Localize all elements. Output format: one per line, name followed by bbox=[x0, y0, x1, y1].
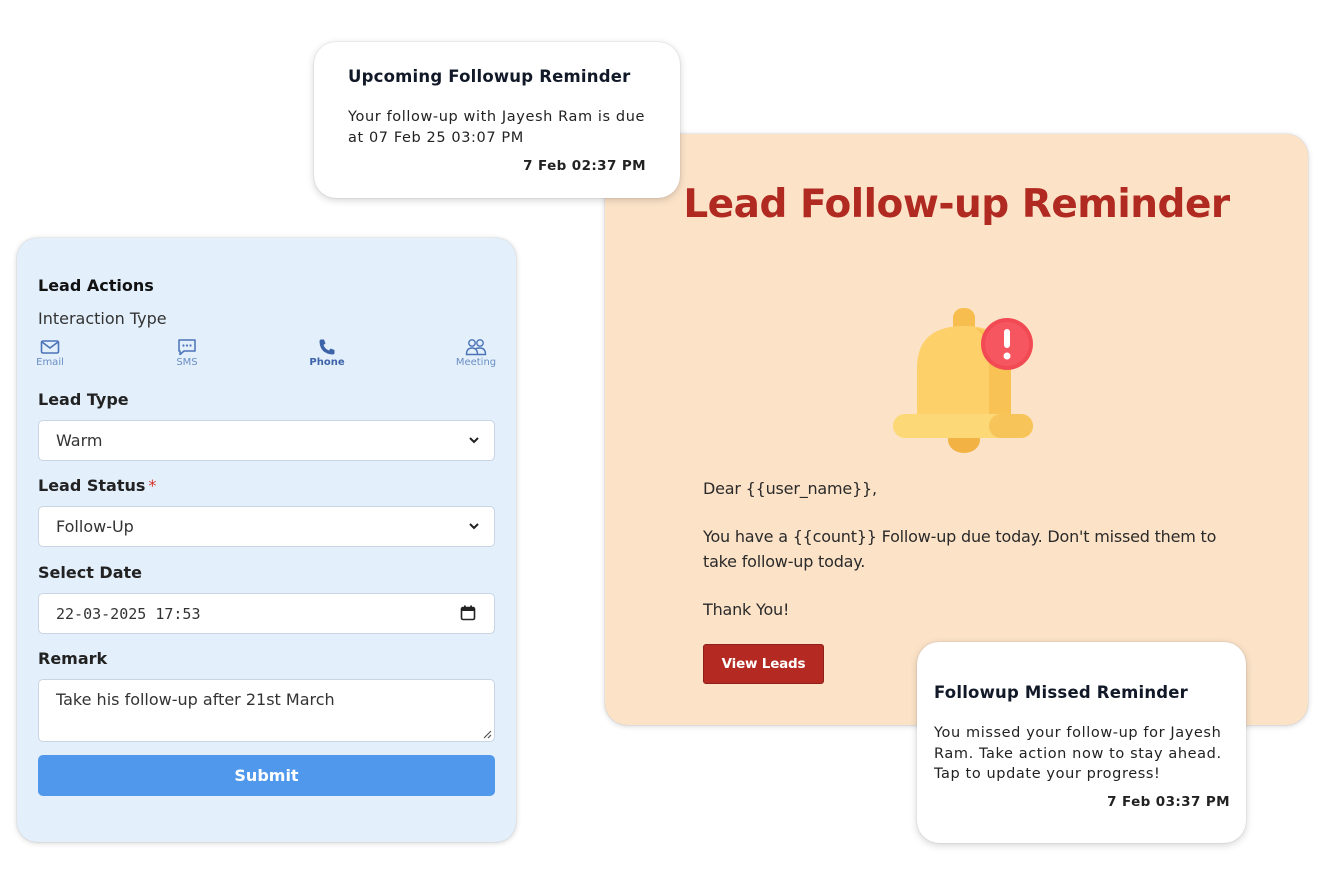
chevron-down-icon bbox=[469, 437, 479, 444]
chat-icon bbox=[178, 339, 196, 356]
chevron-down-icon bbox=[469, 523, 479, 530]
date-input[interactable]: 22-03-2025 17:53 bbox=[38, 593, 495, 634]
phone-icon bbox=[319, 339, 335, 355]
notification-title: Upcoming Followup Reminder bbox=[348, 67, 631, 86]
missed-followup-notification[interactable]: Followup Missed Reminder You missed your… bbox=[917, 642, 1246, 843]
lead-type-label: Lead Type bbox=[38, 390, 129, 409]
email-greeting: Dear {{user_name}}, bbox=[703, 479, 877, 498]
email-message: You have a {{count}} Follow-up due today… bbox=[703, 527, 1217, 571]
select-date-label: Select Date bbox=[38, 563, 142, 582]
lead-status-select[interactable]: Follow-Up bbox=[38, 506, 495, 547]
date-value: 22-03-2025 17:53 bbox=[56, 604, 201, 623]
bell-alert-icon bbox=[893, 306, 1038, 456]
interaction-label: Email bbox=[36, 357, 64, 368]
resize-handle-icon[interactable] bbox=[482, 729, 492, 739]
email-thanks: Thank You! bbox=[703, 600, 790, 619]
upcoming-followup-notification[interactable]: Upcoming Followup Reminder Your follow-u… bbox=[314, 42, 680, 198]
lead-status-label-text: Lead Status bbox=[38, 476, 146, 495]
envelope-icon bbox=[40, 340, 60, 354]
remark-textarea[interactable]: Take his follow-up after 21st March bbox=[38, 679, 495, 742]
notification-time: 7 Feb 02:37 PM bbox=[523, 158, 646, 174]
notification-body: Your follow-up with Jayesh Ram is due at… bbox=[348, 109, 646, 146]
interaction-sms[interactable]: SMS bbox=[157, 338, 217, 368]
form-heading: Lead Actions bbox=[38, 276, 154, 295]
interaction-label: Meeting bbox=[455, 357, 497, 368]
interaction-phone[interactable]: Phone bbox=[297, 338, 357, 368]
interaction-label: Phone bbox=[309, 357, 345, 368]
people-icon bbox=[465, 339, 487, 356]
interaction-meeting[interactable]: Meeting bbox=[446, 338, 506, 368]
remark-value: Take his follow-up after 21st March bbox=[56, 690, 335, 709]
interaction-label: SMS bbox=[176, 357, 198, 368]
interaction-type-label: Interaction Type bbox=[38, 309, 167, 328]
notification-body: You missed your follow-up for Jayesh Ram… bbox=[934, 725, 1222, 782]
lead-type-select[interactable]: Warm bbox=[38, 420, 495, 461]
lead-status-value: Follow-Up bbox=[56, 517, 134, 536]
required-mark: * bbox=[148, 476, 157, 495]
view-leads-button[interactable]: View Leads bbox=[703, 644, 824, 684]
interaction-type-selector: Email SMS Phone Meeting bbox=[17, 338, 516, 374]
email-title: Lead Follow-up Reminder bbox=[683, 182, 1230, 227]
calendar-icon[interactable] bbox=[460, 605, 476, 621]
submit-button[interactable]: Submit bbox=[38, 755, 495, 796]
notification-title: Followup Missed Reminder bbox=[934, 683, 1189, 702]
lead-type-value: Warm bbox=[56, 431, 103, 450]
interaction-email[interactable]: Email bbox=[20, 338, 80, 368]
notification-time: 7 Feb 03:37 PM bbox=[1107, 794, 1230, 810]
email-reminder-card: Lead Follow-up Reminder Dear {{user_name… bbox=[605, 134, 1308, 725]
remark-label: Remark bbox=[38, 649, 108, 668]
lead-actions-form: Lead Actions Interaction Type Email SMS … bbox=[17, 238, 516, 842]
lead-status-label: Lead Status * bbox=[38, 476, 156, 495]
